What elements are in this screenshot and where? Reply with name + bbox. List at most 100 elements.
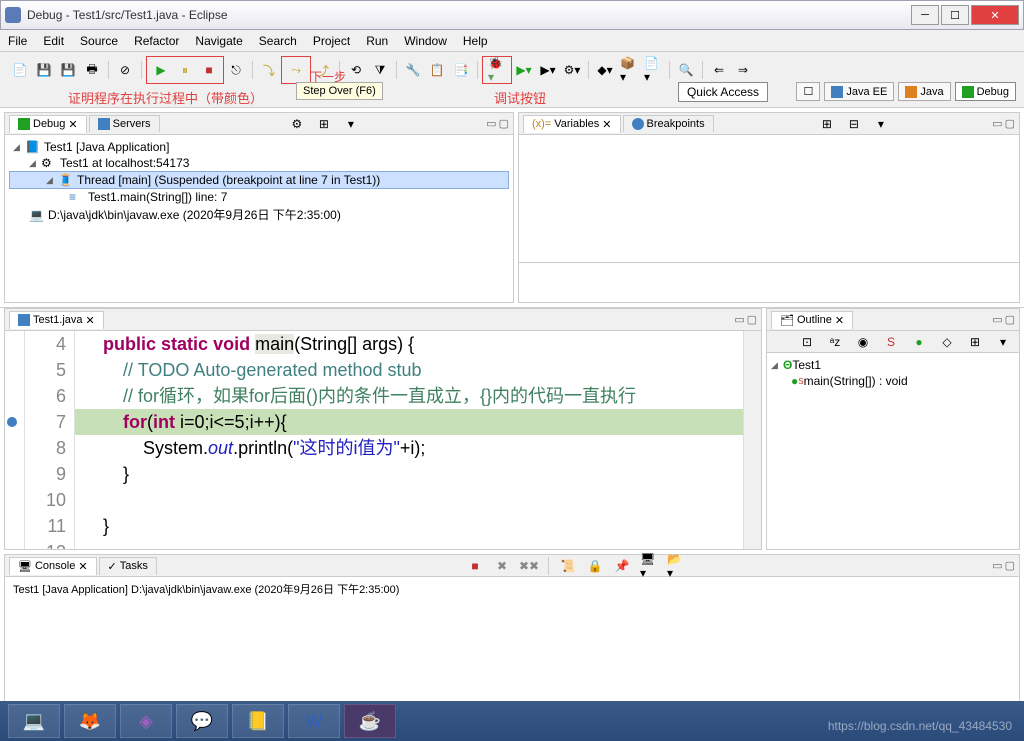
step-over-icon[interactable]: ⤳	[287, 61, 305, 79]
save-icon[interactable]: 💾	[35, 61, 53, 79]
tab-breakpoints[interactable]: Breakpoints	[623, 115, 714, 132]
minimize-outline-icon[interactable]: ▭	[992, 313, 1002, 326]
debug-frame-node[interactable]: Test1.main(String[]) line: 7	[88, 190, 227, 204]
tab-servers[interactable]: Servers	[89, 115, 160, 132]
console-removeall-icon[interactable]: ✖✖	[520, 557, 538, 575]
menu-file[interactable]: File	[8, 34, 27, 48]
step-filter-icon[interactable]: ⧩	[371, 61, 389, 79]
debug-process-node[interactable]: D:\java\jdk\bin\javaw.exe (2020年9月26日 下午…	[48, 206, 341, 223]
debug-view-dropdown-icon[interactable]: ▾	[342, 115, 360, 133]
menu-window[interactable]: Window	[404, 34, 447, 48]
task-app-1[interactable]: 💻	[8, 704, 60, 738]
terminate-icon[interactable]: ■	[200, 61, 218, 79]
task-word[interactable]: W	[288, 704, 340, 738]
console-clear-icon[interactable]: 📜	[559, 557, 577, 575]
variables-content[interactable]	[519, 135, 1019, 262]
back-icon[interactable]: ⇐	[710, 61, 728, 79]
outline-hide-fields-icon[interactable]: ◉	[854, 333, 872, 351]
minimize-vars-icon[interactable]: ▭	[992, 117, 1002, 130]
tool-icon[interactable]: 🔧	[404, 61, 422, 79]
resume-icon[interactable]: ▶	[152, 61, 170, 79]
drop-frame-icon[interactable]: ⟲	[347, 61, 365, 79]
maximize-view-icon[interactable]: ▢	[499, 117, 509, 130]
maximize-vars-icon[interactable]: ▢	[1005, 117, 1015, 130]
new-class-icon[interactable]: ◆▾	[596, 61, 614, 79]
task-eclipse[interactable]: ☕	[344, 704, 396, 738]
debug-tree[interactable]: ◢📘Test1 [Java Application] ◢⚙Test1 at lo…	[5, 135, 513, 302]
variables-detail[interactable]	[519, 262, 1019, 302]
debug-view-menu-icon[interactable]: ⚙	[288, 115, 306, 133]
outline-class-node[interactable]: Test1	[792, 358, 821, 372]
maximize-button[interactable]: ☐	[941, 5, 969, 25]
debug-view-tree-icon[interactable]: ⊞	[315, 115, 333, 133]
breakpoint-marker-icon[interactable]	[7, 417, 17, 427]
minimize-console-icon[interactable]: ▭	[992, 559, 1002, 572]
debug-icon[interactable]: 🐞▾	[488, 61, 506, 79]
menu-edit[interactable]: Edit	[43, 34, 64, 48]
tool3-icon[interactable]: 📑	[452, 61, 470, 79]
tab-tasks[interactable]: ✓ Tasks	[99, 557, 157, 575]
task-notes[interactable]: 📒	[232, 704, 284, 738]
task-firefox[interactable]: 🦊	[64, 704, 116, 738]
editor-scrollbar[interactable]	[743, 331, 761, 549]
tab-debug[interactable]: Debug ✕	[9, 115, 87, 133]
console-display-icon[interactable]: 🖥▾	[640, 557, 658, 575]
perspective-debug[interactable]: Debug	[955, 82, 1016, 101]
external-icon[interactable]: ⚙▾	[563, 61, 581, 79]
outline-hide-nonpublic-icon[interactable]: ●	[910, 333, 928, 351]
outline-sort-icon[interactable]: ᵃz	[826, 333, 844, 351]
forward-icon[interactable]: ⇒	[734, 61, 752, 79]
perspective-java[interactable]: Java	[898, 82, 950, 101]
vars-menu-icon[interactable]: ▾	[872, 115, 890, 133]
console-terminate-icon[interactable]: ■	[466, 557, 484, 575]
tool2-icon[interactable]: 📋	[428, 61, 446, 79]
console-remove-icon[interactable]: ✖	[493, 557, 511, 575]
menu-project[interactable]: Project	[313, 34, 350, 48]
outline-menu-icon[interactable]: ▾	[994, 333, 1012, 351]
minimize-button[interactable]: ─	[911, 5, 939, 25]
outline-focus-icon[interactable]: ⊡	[798, 333, 816, 351]
debug-thread-node[interactable]: Thread [main] (Suspended (breakpoint at …	[77, 173, 380, 187]
skip-breakpoints-icon[interactable]: ⊘	[116, 61, 134, 79]
perspective-java-ee[interactable]: Java EE	[824, 82, 894, 101]
debug-app-node[interactable]: Test1 [Java Application]	[44, 140, 169, 154]
outline-hide-static-icon[interactable]: S	[882, 333, 900, 351]
new-package-icon[interactable]: 📦▾	[620, 61, 638, 79]
menu-help[interactable]: Help	[463, 34, 488, 48]
menu-search[interactable]: Search	[259, 34, 297, 48]
outline-link-icon[interactable]: ⊞	[966, 333, 984, 351]
tab-console[interactable]: 🖥 Console ✕	[9, 557, 97, 575]
task-wechat[interactable]: 💬	[176, 704, 228, 738]
run-last-icon[interactable]: ▶▾	[539, 61, 557, 79]
console-pin-icon[interactable]: 📌	[613, 557, 631, 575]
run-icon[interactable]: ▶▾	[515, 61, 533, 79]
maximize-editor-icon[interactable]: ▢	[747, 313, 757, 326]
debug-vm-node[interactable]: Test1 at localhost:54173	[60, 156, 189, 170]
task-visualstudio[interactable]: ◈	[120, 704, 172, 738]
type-icon[interactable]: 📄▾	[644, 61, 662, 79]
tab-variables[interactable]: (x)= Variables ✕	[523, 115, 621, 133]
menu-navigate[interactable]: Navigate	[195, 34, 242, 48]
editor-body[interactable]: ➔ 4 5 6 7 8 9 10 11 12 public static voi…	[5, 331, 761, 549]
disconnect-icon[interactable]: ⎋	[227, 61, 245, 79]
close-button[interactable]: ✕	[971, 5, 1019, 25]
outline-method-node[interactable]: main(String[]) : void	[804, 374, 908, 388]
new-icon[interactable]: 📄	[11, 61, 29, 79]
save-all-icon[interactable]: 💾	[59, 61, 77, 79]
outline-tree[interactable]: ◢Θ Test1 ●S main(String[]) : void	[767, 353, 1019, 393]
print-icon[interactable]: 🖶	[83, 61, 101, 79]
vars-collapse-icon[interactable]: ⊟	[845, 115, 863, 133]
open-perspective-button[interactable]: ☐	[796, 82, 820, 101]
minimize-editor-icon[interactable]: ▭	[734, 313, 744, 326]
search2-icon[interactable]: 🔍	[677, 61, 695, 79]
menu-run[interactable]: Run	[366, 34, 388, 48]
tab-outline[interactable]: 🗂 Outline ✕	[771, 311, 853, 329]
code-content[interactable]: public static void main(String[] args) {…	[75, 331, 743, 549]
quick-access-field[interactable]: Quick Access	[678, 82, 768, 102]
minimize-view-icon[interactable]: ▭	[486, 117, 496, 130]
editor-tab-test1[interactable]: Test1.java ✕	[9, 311, 104, 329]
maximize-outline-icon[interactable]: ▢	[1005, 313, 1015, 326]
console-open-icon[interactable]: 📂▾	[667, 557, 685, 575]
menu-refactor[interactable]: Refactor	[134, 34, 179, 48]
maximize-console-icon[interactable]: ▢	[1005, 559, 1015, 572]
